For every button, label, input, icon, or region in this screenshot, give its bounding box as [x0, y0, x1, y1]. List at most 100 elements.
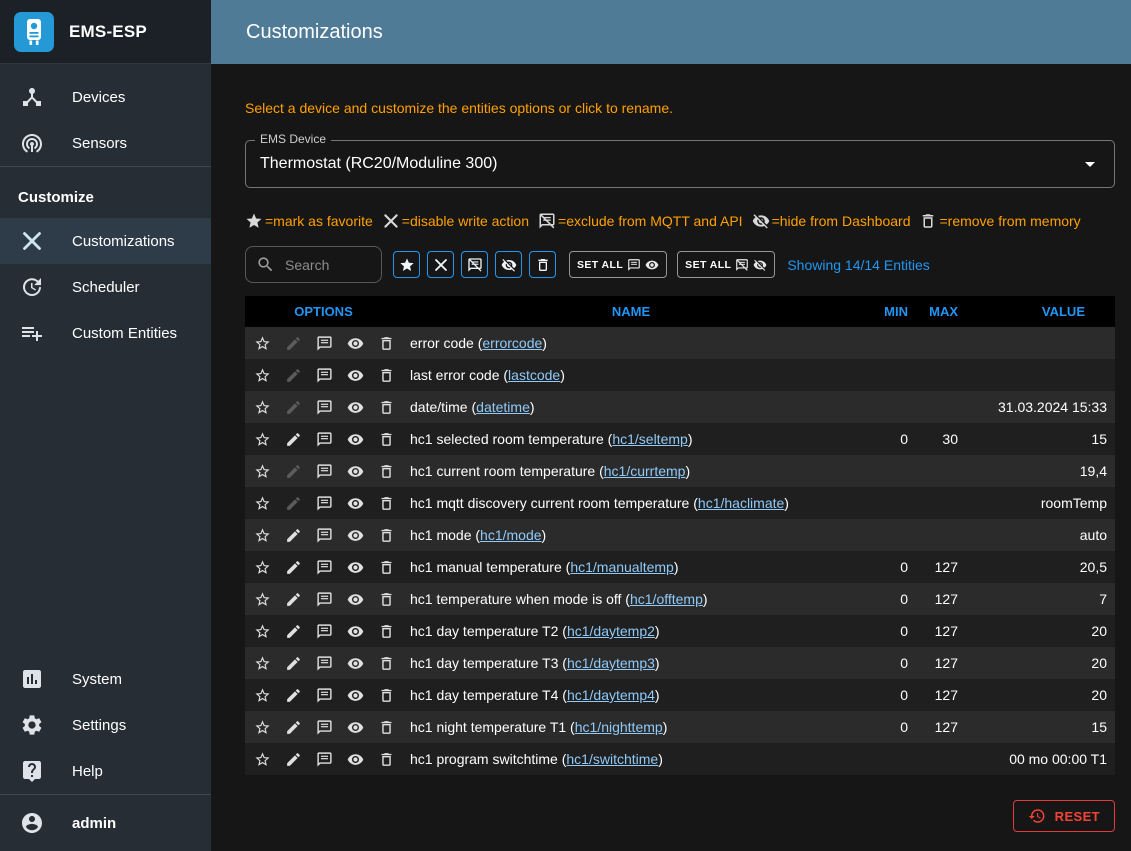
row-mqtt-exclude-button[interactable] [309, 327, 340, 359]
entity-name-cell[interactable]: hc1 day temperature T2 (hc1/daytemp2) [402, 615, 860, 647]
sidebar-item-scheduler[interactable]: Scheduler [0, 264, 211, 310]
entity-name-cell[interactable]: last error code (lastcode) [402, 359, 860, 391]
row-visibility-button[interactable] [340, 647, 371, 679]
row-favorite-button[interactable] [247, 551, 278, 583]
sidebar-item-settings[interactable]: Settings [0, 702, 211, 748]
entity-name-cell[interactable]: hc1 night temperature T1 (hc1/nighttemp) [402, 711, 860, 743]
row-mqtt-exclude-button[interactable] [309, 423, 340, 455]
entity-shortname-link[interactable]: datetime [476, 399, 530, 415]
row-visibility-button[interactable] [340, 583, 371, 615]
row-delete-button[interactable] [371, 647, 402, 679]
row-edit-button[interactable] [278, 743, 309, 775]
row-edit-button[interactable] [278, 423, 309, 455]
row-mqtt-exclude-button[interactable] [309, 711, 340, 743]
entity-shortname-link[interactable]: hc1/haclimate [698, 495, 784, 511]
row-edit-button[interactable] [278, 519, 309, 551]
entity-shortname-link[interactable]: hc1/mode [480, 527, 541, 543]
filter-favorite-button[interactable] [393, 251, 420, 278]
row-mqtt-exclude-button[interactable] [309, 519, 340, 551]
row-favorite-button[interactable] [247, 519, 278, 551]
entity-name-cell[interactable]: hc1 program switchtime (hc1/switchtime) [402, 743, 860, 775]
row-edit-button[interactable] [278, 615, 309, 647]
row-delete-button[interactable] [371, 423, 402, 455]
sidebar-item-sensors[interactable]: Sensors [0, 120, 211, 166]
search-input[interactable] [283, 256, 375, 274]
sidebar-item-devices[interactable]: Devices [0, 74, 211, 120]
row-favorite-button[interactable] [247, 455, 278, 487]
entity-shortname-link[interactable]: lastcode [508, 367, 560, 383]
row-edit-button[interactable] [278, 551, 309, 583]
row-favorite-button[interactable] [247, 391, 278, 423]
entity-shortname-link[interactable]: errorcode [482, 335, 542, 351]
row-favorite-button[interactable] [247, 359, 278, 391]
entity-name-cell[interactable]: hc1 current room temperature (hc1/currte… [402, 455, 860, 487]
sidebar-item-custom-entities[interactable]: Custom Entities [0, 310, 211, 356]
row-mqtt-exclude-button[interactable] [309, 679, 340, 711]
entity-name-cell[interactable]: hc1 selected room temperature (hc1/selte… [402, 423, 860, 455]
entity-shortname-link[interactable]: hc1/daytemp3 [567, 655, 655, 671]
sidebar-item-customizations[interactable]: Customizations [0, 218, 211, 264]
entity-shortname-link[interactable]: hc1/daytemp4 [567, 687, 655, 703]
row-delete-button[interactable] [371, 327, 402, 359]
row-mqtt-exclude-button[interactable] [309, 615, 340, 647]
row-delete-button[interactable] [371, 359, 402, 391]
row-mqtt-exclude-button[interactable] [309, 743, 340, 775]
row-delete-button[interactable] [371, 679, 402, 711]
row-favorite-button[interactable] [247, 743, 278, 775]
row-mqtt-exclude-button[interactable] [309, 647, 340, 679]
entity-name-cell[interactable]: hc1 mode (hc1/mode) [402, 519, 860, 551]
entity-name-cell[interactable]: hc1 temperature when mode is off (hc1/of… [402, 583, 860, 615]
chevron-down-icon[interactable] [1078, 152, 1102, 176]
entity-shortname-link[interactable]: hc1/seltemp [612, 431, 687, 447]
filter-exclude-mqtt-button[interactable] [461, 251, 488, 278]
sidebar-item-admin[interactable]: admin [0, 794, 211, 851]
row-mqtt-exclude-button[interactable] [309, 359, 340, 391]
entity-shortname-link[interactable]: hc1/offtemp [630, 591, 703, 607]
row-mqtt-exclude-button[interactable] [309, 391, 340, 423]
row-visibility-button[interactable] [340, 743, 371, 775]
row-delete-button[interactable] [371, 615, 402, 647]
row-edit-button[interactable] [278, 583, 309, 615]
row-favorite-button[interactable] [247, 487, 278, 519]
row-delete-button[interactable] [371, 743, 402, 775]
row-favorite-button[interactable] [247, 711, 278, 743]
row-mqtt-exclude-button[interactable] [309, 551, 340, 583]
row-visibility-button[interactable] [340, 519, 371, 551]
entity-name-cell[interactable]: hc1 mqtt discovery current room temperat… [402, 487, 860, 519]
row-favorite-button[interactable] [247, 615, 278, 647]
row-visibility-button[interactable] [340, 455, 371, 487]
row-visibility-button[interactable] [340, 615, 371, 647]
row-visibility-button[interactable] [340, 391, 371, 423]
row-edit-button[interactable] [278, 711, 309, 743]
row-visibility-button[interactable] [340, 423, 371, 455]
set-all-include-button[interactable]: SET ALL [569, 251, 667, 278]
row-favorite-button[interactable] [247, 423, 278, 455]
row-visibility-button[interactable] [340, 487, 371, 519]
entity-shortname-link[interactable]: hc1/nighttemp [575, 719, 663, 735]
row-visibility-button[interactable] [340, 359, 371, 391]
row-mqtt-exclude-button[interactable] [309, 487, 340, 519]
entity-shortname-link[interactable]: hc1/currtemp [604, 463, 686, 479]
row-visibility-button[interactable] [340, 551, 371, 583]
row-favorite-button[interactable] [247, 583, 278, 615]
set-all-exclude-button[interactable]: SET ALL [677, 251, 775, 278]
filter-remove-button[interactable] [529, 251, 556, 278]
row-favorite-button[interactable] [247, 679, 278, 711]
row-delete-button[interactable] [371, 711, 402, 743]
entity-shortname-link[interactable]: hc1/manualtemp [570, 559, 674, 575]
row-delete-button[interactable] [371, 583, 402, 615]
entity-name-cell[interactable]: hc1 day temperature T3 (hc1/daytemp3) [402, 647, 860, 679]
row-mqtt-exclude-button[interactable] [309, 583, 340, 615]
row-edit-button[interactable] [278, 679, 309, 711]
reset-button[interactable]: RESET [1013, 800, 1115, 832]
entity-name-cell[interactable]: error code (errorcode) [402, 327, 860, 359]
row-delete-button[interactable] [371, 391, 402, 423]
row-visibility-button[interactable] [340, 327, 371, 359]
row-visibility-button[interactable] [340, 679, 371, 711]
row-delete-button[interactable] [371, 551, 402, 583]
filter-disable-write-button[interactable] [427, 251, 454, 278]
ems-device-select[interactable]: EMS Device Thermostat (RC20/Moduline 300… [245, 140, 1115, 188]
row-delete-button[interactable] [371, 519, 402, 551]
entity-name-cell[interactable]: hc1 day temperature T4 (hc1/daytemp4) [402, 679, 860, 711]
row-delete-button[interactable] [371, 487, 402, 519]
